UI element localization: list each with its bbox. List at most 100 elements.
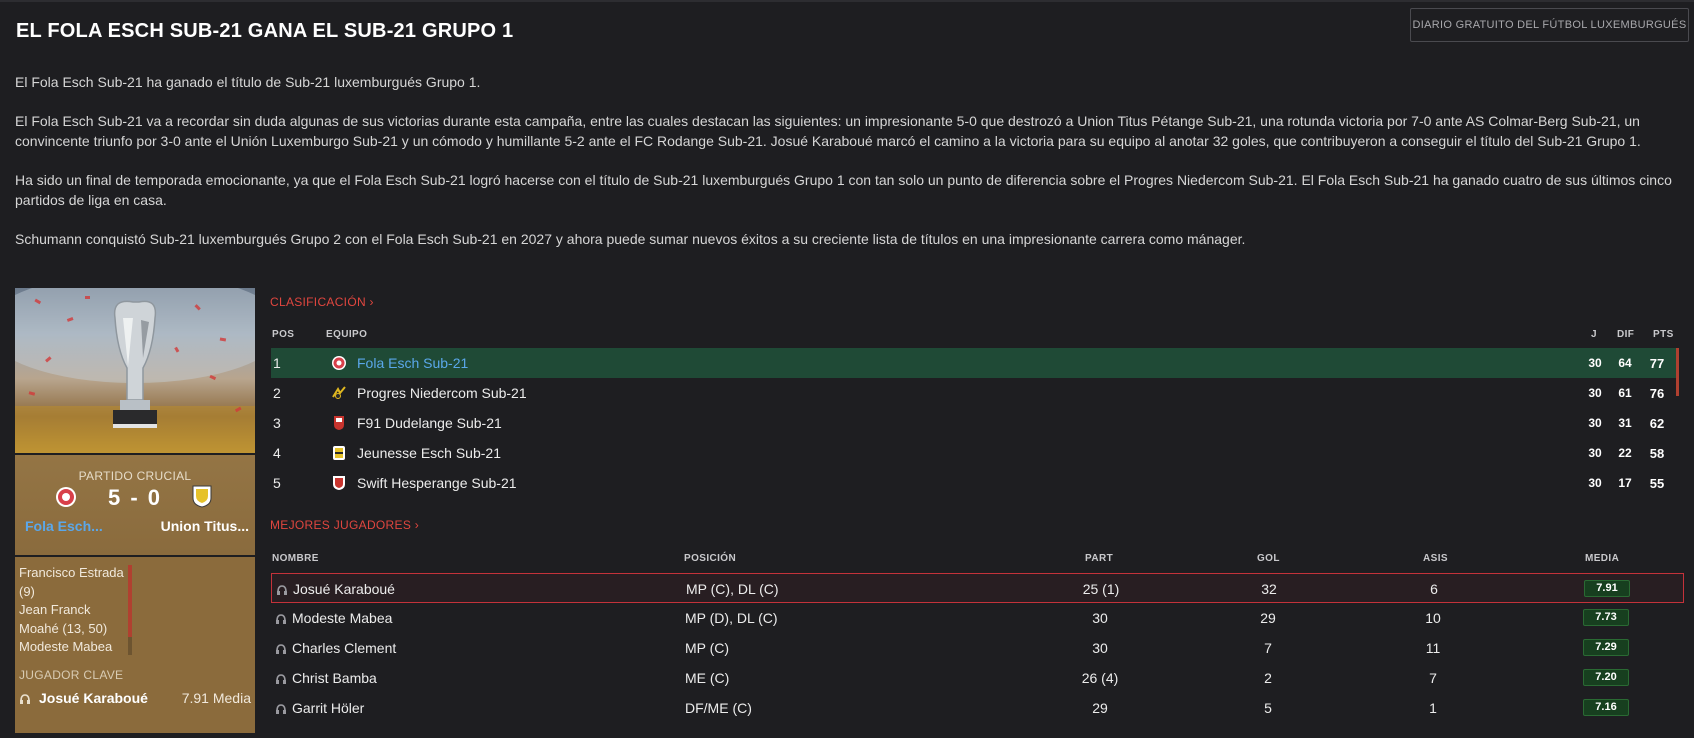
- player-icon: [275, 702, 287, 718]
- home-team-name[interactable]: Fola Esch...: [25, 518, 103, 534]
- player-name[interactable]: Christ Bamba: [292, 670, 377, 686]
- scorers-list: Francisco Estrada (9) Jean Franck Moahé …: [19, 564, 129, 657]
- played: 30: [1588, 416, 1602, 430]
- played: 30: [1588, 356, 1602, 370]
- player-rating: 7.29: [1583, 639, 1629, 656]
- scorer-line: Moahé (13, 50): [19, 620, 108, 636]
- player-assists: 7: [1429, 670, 1437, 686]
- player-row[interactable]: Josué Karaboué MP (C), DL (C) 25 (1) 32 …: [271, 573, 1684, 603]
- points: 58: [1649, 446, 1665, 461]
- scorers-scrollbar[interactable]: [128, 565, 132, 655]
- header-name: NOMBRE: [272, 553, 319, 564]
- player-name[interactable]: Josué Karaboué: [293, 581, 395, 597]
- player-rating: 7.20: [1583, 669, 1629, 686]
- standings-row[interactable]: 1 Fola Esch Sub-21 30 64 77: [271, 348, 1677, 378]
- team-name[interactable]: Jeunesse Esch Sub-21: [357, 445, 501, 461]
- away-crest-icon: [191, 484, 213, 513]
- scorer-line: (9): [19, 583, 35, 599]
- player-icon: [275, 672, 287, 688]
- player-icon: [276, 583, 288, 599]
- player-row[interactable]: Modeste Mabea MP (D), DL (C) 30 29 10 7.…: [271, 603, 1684, 633]
- standings-scrollbar[interactable]: [1676, 348, 1679, 396]
- header-apps: PART: [1085, 553, 1114, 564]
- match-details-panel: Francisco Estrada (9) Jean Franck Moahé …: [15, 557, 255, 733]
- player-row[interactable]: Christ Bamba ME (C) 26 (4) 2 7 7.20: [271, 663, 1684, 693]
- away-team-name[interactable]: Union Titus...: [161, 518, 249, 534]
- player-goals: 7: [1264, 640, 1272, 656]
- player-icon: [275, 642, 287, 658]
- goal-difference: 61: [1618, 386, 1632, 400]
- player-row[interactable]: Garrit Höler DF/ME (C) 29 5 1 7.16: [271, 693, 1684, 723]
- header-goals: GOL: [1257, 553, 1280, 564]
- standings-table: 1 Fola Esch Sub-21 30 64 77 2 Progres Ni…: [271, 348, 1677, 498]
- player-apps: 30: [1092, 640, 1108, 656]
- standings-row[interactable]: 5 Swift Hesperange Sub-21 30 17 55: [271, 468, 1677, 498]
- header-team: EQUIPO: [326, 329, 368, 340]
- header-position: POSICIÓN: [684, 553, 737, 564]
- article-paragraph: El Fola Esch Sub-21 ha ganado el título …: [15, 74, 481, 90]
- player-position: ME (C): [685, 670, 730, 686]
- article-paragraph: Ha sido un final de temporada emocionant…: [15, 172, 1672, 208]
- player-rating: 7.73: [1583, 609, 1629, 626]
- player-icon: [275, 612, 287, 628]
- scrollbar-thumb[interactable]: [128, 565, 132, 637]
- club-crest-icon: [331, 475, 347, 494]
- goal-difference: 22: [1618, 446, 1632, 460]
- goal-difference: 17: [1618, 476, 1632, 490]
- article-headline: EL FOLA ESCH SUB-21 GANA EL SUB-21 GRUPO…: [16, 20, 514, 42]
- player-name[interactable]: Garrit Höler: [292, 700, 364, 716]
- points: 76: [1649, 386, 1665, 401]
- standings-row[interactable]: 4 Jeunesse Esch Sub-21 30 22 58: [271, 438, 1677, 468]
- player-rating: 7.16: [1583, 699, 1629, 716]
- goal-difference: 31: [1618, 416, 1632, 430]
- header-pos: POS: [272, 329, 295, 340]
- player-apps: 26 (4): [1081, 670, 1119, 686]
- team-name[interactable]: F91 Dudelange Sub-21: [357, 415, 502, 431]
- goal-difference: 64: [1618, 356, 1632, 370]
- crucial-match-card[interactable]: PARTIDO CRUCIAL 5 - 0 Fola Esch... Union…: [15, 455, 255, 555]
- player-position: DF/ME (C): [685, 700, 752, 716]
- player-assists: 11: [1425, 640, 1441, 656]
- article-body: El Fola Esch Sub-21 ha ganado el título …: [15, 72, 1680, 268]
- player-icon: [19, 692, 31, 708]
- key-player-name[interactable]: Josué Karaboué: [39, 690, 148, 706]
- club-crest-icon: [331, 415, 347, 434]
- row-position: 2: [273, 385, 281, 401]
- standings-row[interactable]: 2 Progres Niedercom Sub-21 30 61 76: [271, 378, 1677, 408]
- player-apps: 29: [1092, 700, 1108, 716]
- row-position: 1: [273, 355, 281, 371]
- player-rating: 7.91: [1584, 580, 1630, 597]
- scorer-line: Francisco Estrada: [19, 565, 124, 580]
- player-row[interactable]: Charles Clement MP (C) 30 7 11 7.29: [271, 633, 1684, 663]
- best-players-link[interactable]: MEJORES JUGADORES ›: [270, 518, 419, 532]
- team-name[interactable]: Swift Hesperange Sub-21: [357, 475, 517, 491]
- played: 30: [1588, 386, 1602, 400]
- player-goals: 32: [1261, 581, 1277, 597]
- row-position: 5: [273, 475, 281, 491]
- player-goals: 5: [1264, 700, 1272, 716]
- standings-row[interactable]: 3 F91 Dudelange Sub-21 30 31 62: [271, 408, 1677, 438]
- standings-link[interactable]: CLASIFICACIÓN ›: [270, 295, 374, 309]
- source-badge: DIARIO GRATUITO DEL FÚTBOL LUXEMBURGUÉS: [1410, 8, 1689, 42]
- team-name[interactable]: Progres Niedercom Sub-21: [357, 385, 527, 401]
- player-apps: 25 (1): [1082, 581, 1120, 597]
- player-assists: 6: [1430, 581, 1438, 597]
- row-position: 4: [273, 445, 281, 461]
- played: 30: [1588, 446, 1602, 460]
- player-name[interactable]: Modeste Mabea: [292, 610, 392, 626]
- team-name[interactable]: Fola Esch Sub-21: [357, 355, 468, 371]
- article-paragraph: Schumann conquistó Sub-21 luxemburgués G…: [15, 231, 1246, 247]
- key-player-label: JUGADOR CLAVE: [19, 668, 124, 682]
- header-j: J: [1591, 329, 1597, 340]
- club-crest-icon: [331, 355, 347, 374]
- header-assists: ASIS: [1423, 553, 1448, 564]
- club-crest-icon: [331, 385, 347, 404]
- best-players-table: Josué Karaboué MP (C), DL (C) 25 (1) 32 …: [271, 573, 1684, 723]
- player-assists: 1: [1429, 700, 1437, 716]
- match-score: 5 - 0: [107, 485, 163, 510]
- player-name[interactable]: Charles Clement: [292, 640, 396, 656]
- player-position: MP (C): [685, 640, 730, 656]
- crucial-match-label: PARTIDO CRUCIAL: [78, 469, 192, 483]
- player-apps: 30: [1092, 610, 1108, 626]
- points: 55: [1649, 476, 1665, 491]
